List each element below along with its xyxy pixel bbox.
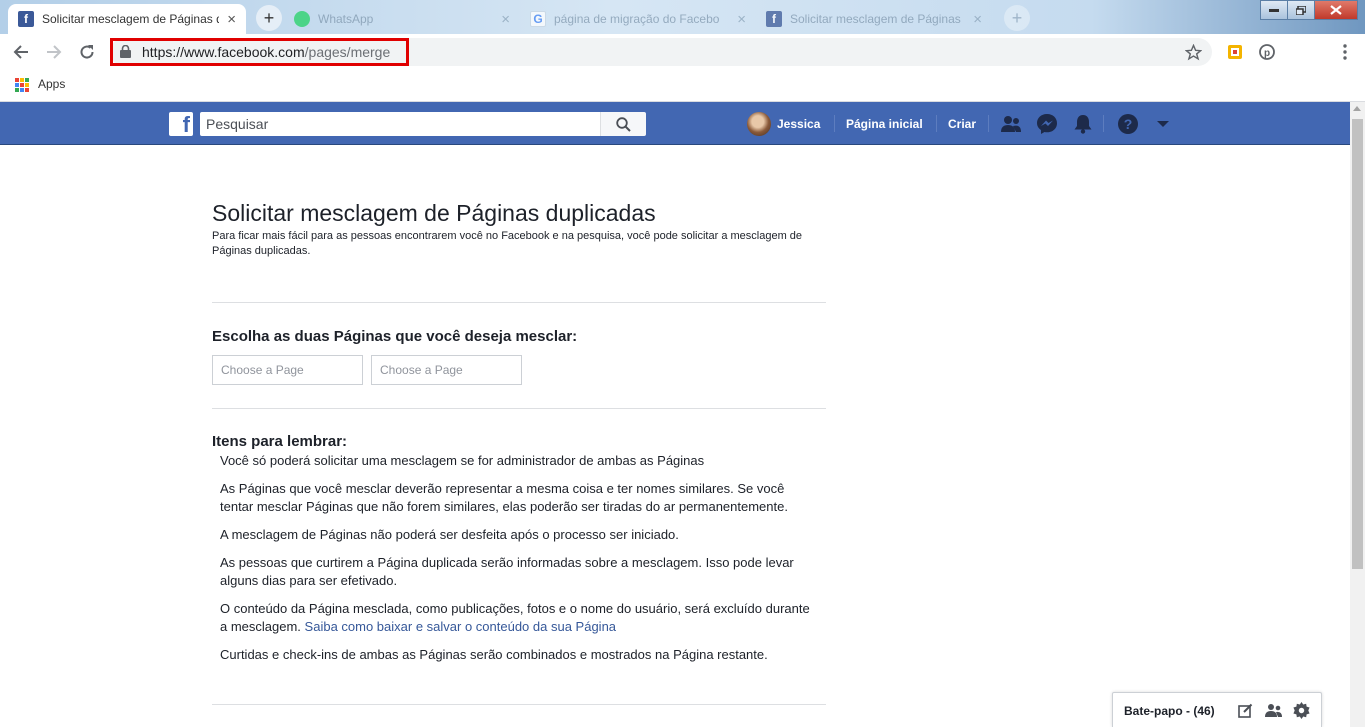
google-favicon: G [530, 11, 546, 27]
url-highlight-box [110, 38, 409, 66]
minimize-icon [1269, 8, 1279, 12]
create-link[interactable]: Criar [948, 102, 976, 145]
download-content-link[interactable]: Saiba como baixar e salvar o conteúdo da… [305, 619, 616, 634]
choose-page-1-input[interactable] [212, 355, 363, 385]
whatsapp-favicon [294, 11, 310, 27]
facebook-favicon: f [18, 11, 34, 27]
restore-icon [1296, 5, 1306, 15]
back-button[interactable] [9, 40, 33, 64]
home-link[interactable]: Página inicial [846, 102, 923, 145]
close-icon[interactable]: × [501, 11, 510, 28]
facebook-favicon: f [766, 11, 782, 27]
new-tab-button-faded[interactable]: + [1004, 5, 1030, 31]
choose-page-2-input[interactable] [371, 355, 522, 385]
facebook-header: f Jessica Página inicial Criar ? [0, 102, 1350, 145]
chat-label[interactable]: Bate-papo - (46) [1124, 704, 1215, 718]
tab-whatsapp[interactable]: WhatsApp × [284, 4, 520, 34]
page-intro: Para ficar mais fácil para as pessoas en… [212, 230, 803, 257]
nav-divider [988, 115, 989, 132]
reminder-item: Você só poderá solicitar uma mesclagem s… [220, 453, 705, 468]
svg-text:p: p [1264, 48, 1270, 59]
extension-icon [1228, 45, 1242, 59]
profile-name: Jessica [777, 116, 821, 131]
tab-title: Solicitar mesclagem de Páginas [790, 12, 961, 26]
new-message-button[interactable] [1236, 701, 1254, 719]
tab-solicitar-mesclagem-2[interactable]: f Solicitar mesclagem de Páginas × [756, 4, 992, 34]
menu-dots-icon [1343, 44, 1347, 60]
search-icon [616, 116, 631, 132]
chat-bar[interactable]: Bate-papo - (46) [1112, 692, 1322, 727]
reminder-item: A mesclagem de Páginas não poderá ser de… [220, 527, 679, 542]
close-window-icon [1330, 5, 1342, 15]
maximize-button[interactable] [1287, 0, 1315, 20]
page-scrollbar[interactable] [1350, 102, 1365, 727]
chat-settings-button[interactable] [1292, 701, 1310, 719]
facebook-logo[interactable]: f [169, 112, 193, 136]
forward-button[interactable] [42, 40, 66, 64]
reminders-list: Você só poderá solicitar uma mesclagem s… [220, 452, 820, 674]
forward-icon [47, 45, 62, 59]
new-tab-button[interactable]: + [256, 5, 282, 31]
gear-icon [1292, 701, 1310, 719]
divider [212, 302, 826, 303]
browser-tab-strip: f Solicitar mesclagem de Páginas d × + W… [0, 0, 1365, 34]
avatar [747, 111, 771, 136]
messenger-icon [1037, 114, 1057, 134]
scroll-up-arrow[interactable] [1353, 106, 1361, 111]
search-button[interactable] [600, 112, 646, 136]
close-window-button[interactable] [1314, 0, 1358, 20]
tab-solicitar-mesclagem[interactable]: f Solicitar mesclagem de Páginas d × [8, 4, 246, 34]
close-icon[interactable]: × [737, 11, 746, 28]
tab-title: página de migração do Facebo [554, 12, 720, 26]
nav-divider [936, 115, 937, 132]
friend-requests-button[interactable] [1000, 113, 1022, 135]
tab-title: WhatsApp [318, 12, 374, 26]
chrome-menu-button[interactable] [1336, 43, 1354, 61]
svg-text:?: ? [1124, 116, 1133, 132]
help-button[interactable]: ? [1117, 113, 1139, 135]
notifications-button[interactable] [1072, 113, 1094, 135]
divider [212, 704, 826, 705]
nav-divider [1103, 115, 1104, 132]
divider [212, 408, 826, 409]
search-input[interactable] [200, 112, 600, 136]
extension-button[interactable] [1226, 43, 1244, 61]
reminder-item: As pessoas que curtirem a Página duplica… [220, 555, 794, 588]
close-icon[interactable]: × [973, 11, 982, 28]
apps-label[interactable]: Apps [38, 77, 65, 91]
pinterest-button[interactable]: p [1258, 43, 1276, 61]
reload-button[interactable] [75, 40, 99, 64]
minimize-button[interactable] [1260, 0, 1288, 20]
help-icon: ? [1118, 114, 1138, 134]
account-menu-button[interactable] [1152, 113, 1174, 135]
scrollbar-thumb[interactable] [1352, 119, 1363, 569]
reminder-item: Curtidas e check-ins de ambas as Páginas… [220, 647, 768, 662]
compose-icon [1237, 703, 1252, 718]
reminder-item-content: O conteúdo da Página mesclada, como publ… [220, 600, 820, 636]
caret-down-icon [1157, 121, 1169, 127]
messenger-button[interactable] [1036, 113, 1058, 135]
star-icon[interactable] [1185, 44, 1202, 61]
group-icon [1264, 703, 1282, 717]
reload-icon [80, 45, 94, 59]
tab-pagina-migracao[interactable]: G página de migração do Facebo × [520, 4, 756, 34]
back-icon [13, 45, 28, 59]
reminders-heading: Itens para lembrar: [212, 433, 348, 450]
nav-divider [834, 115, 835, 132]
choose-pages-heading: Escolha as duas Páginas que você deseja … [212, 328, 578, 345]
bell-icon [1074, 115, 1092, 134]
reminder-item: As Páginas que você mesclar deverão repr… [220, 481, 788, 514]
close-icon[interactable]: × [227, 11, 236, 28]
apps-icon[interactable] [15, 78, 29, 92]
create-group-button[interactable] [1264, 701, 1282, 719]
friends-icon [1001, 116, 1021, 132]
profile-link[interactable]: Jessica [747, 102, 820, 145]
tab-title: Solicitar mesclagem de Páginas d [42, 12, 220, 26]
bookmarks-bar: Apps [0, 70, 1365, 102]
pinterest-icon: p [1259, 44, 1275, 60]
search-box [200, 112, 646, 136]
page-title: Solicitar mesclagem de Páginas duplicada… [212, 200, 656, 226]
